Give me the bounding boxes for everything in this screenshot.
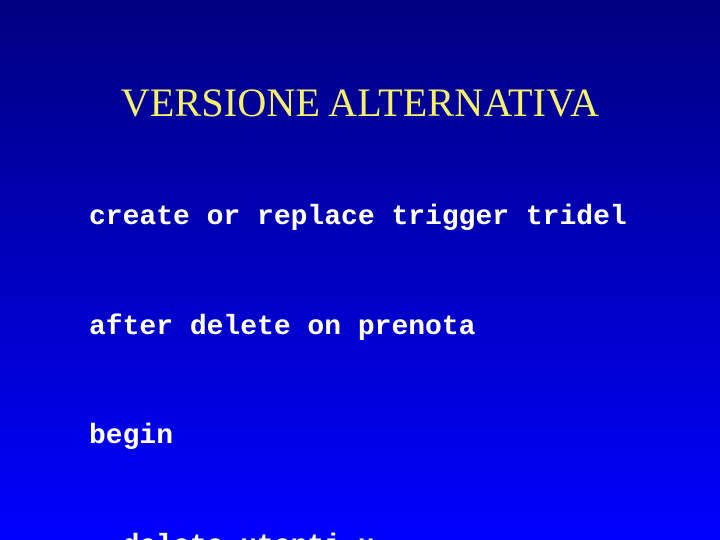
- slide-title: VERSIONE ALTERNATIVA: [120, 79, 600, 125]
- code-line: create or replace trigger tridel: [89, 202, 627, 233]
- code-line: begin: [89, 421, 174, 452]
- sql-code-block: create or replace trigger tridel after d…: [89, 127, 689, 540]
- presentation-slide: VERSIONE ALTERNATIVA create or replace t…: [0, 0, 720, 540]
- code-line: after delete on prenota: [89, 311, 476, 343]
- code-line: delete utenti u: [89, 529, 689, 540]
